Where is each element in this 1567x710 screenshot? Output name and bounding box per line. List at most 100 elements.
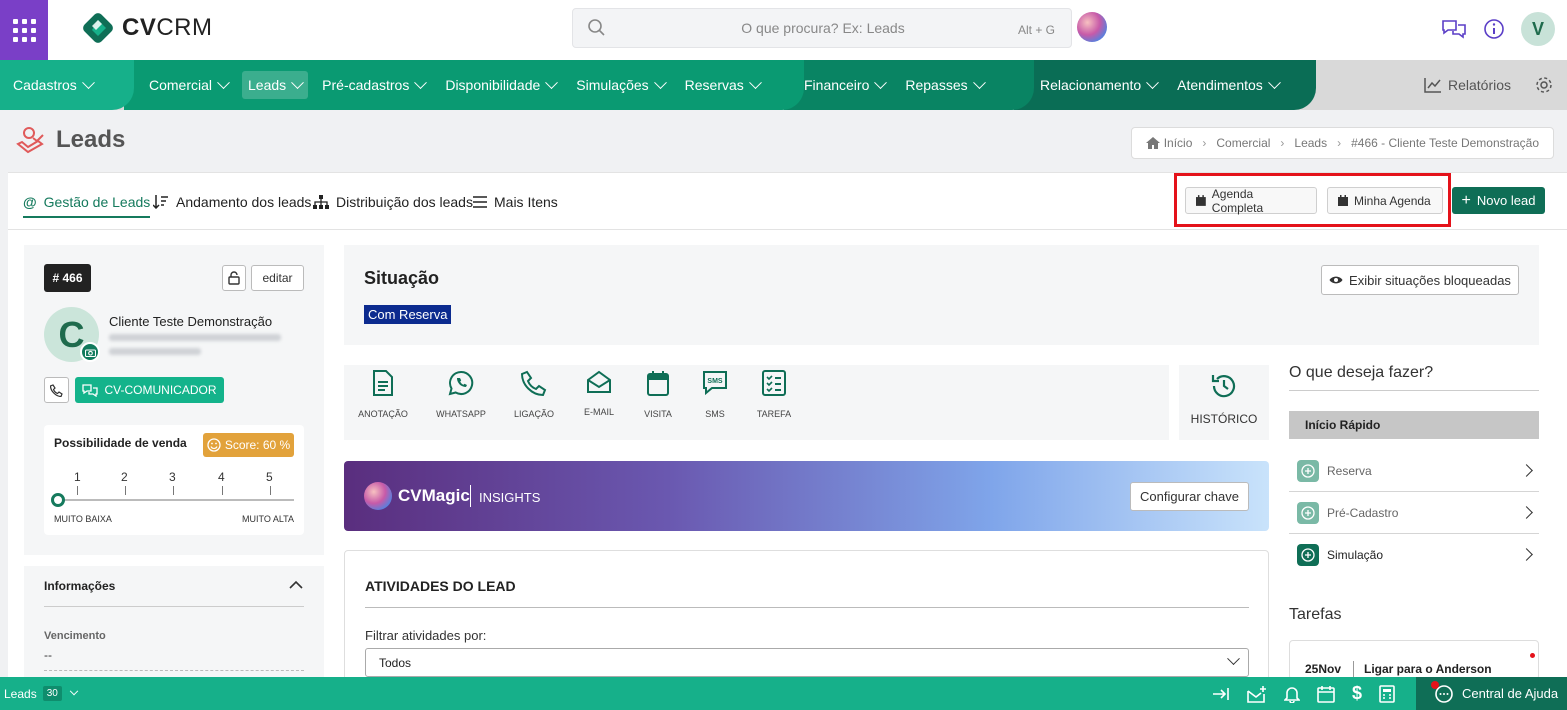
chevron-down-icon <box>1146 75 1160 89</box>
score-slider-handle[interactable] <box>51 493 65 507</box>
nav-item-comercial[interactable]: Comercial <box>143 71 234 99</box>
breadcrumb-comercial[interactable]: Comercial <box>1216 136 1270 150</box>
nav-group-comercial: Comercial Leads Pré-cadastros Disponibil… <box>124 60 804 110</box>
nav-item-financeiro[interactable]: Financeiro <box>798 71 891 99</box>
filter-label: Filtrar atividades por: <box>365 628 487 643</box>
nav-item-atendimentos[interactable]: Atendimentos <box>1171 71 1285 99</box>
bottom-leads-switch[interactable]: Leads 30 <box>4 677 79 710</box>
novo-lead-button[interactable]: + Novo lead <box>1452 187 1545 214</box>
agenda-completa-button[interactable]: Agenda Completa <box>1185 187 1317 215</box>
tab-gestao-de-leads[interactable]: @ Gestão de Leads <box>23 173 151 231</box>
call-button[interactable] <box>44 377 69 403</box>
chevron-right-icon: › <box>1280 136 1285 150</box>
ligacao-button[interactable]: LIGAÇÃO <box>504 370 564 419</box>
scale-tick <box>270 486 271 495</box>
nav-item-disponibilidade[interactable]: Disponibilidade <box>439 71 562 99</box>
scale-label-3: 3 <box>169 470 176 484</box>
edit-button[interactable]: editar <box>251 265 304 291</box>
chevron-right-icon: › <box>1202 136 1207 150</box>
plus-icon: + <box>1461 191 1471 209</box>
central-de-ajuda-button[interactable]: Central de Ajuda <box>1416 677 1567 710</box>
lead-phone-redacted <box>109 348 201 355</box>
quick-item-pre-cadastro[interactable]: Pré-Cadastro <box>1289 492 1539 534</box>
nav-group-cadastros: Cadastros <box>0 60 134 110</box>
exibir-situacoes-button[interactable]: Exibir situações bloqueadas <box>1321 265 1519 295</box>
menu-icon <box>473 196 487 208</box>
task-card[interactable]: 25Nov Ligar para o Anderson <box>1289 640 1539 680</box>
chevron-down-icon <box>69 686 79 695</box>
task-list-icon <box>762 370 786 396</box>
calculator-icon[interactable] <box>1379 684 1395 703</box>
app-logo[interactable]: CVCRM <box>82 12 213 44</box>
scale-label-5: 5 <box>266 470 273 484</box>
main-nav: Relacionamento Atendimentos Financeiro R… <box>0 60 1567 110</box>
chat-icon[interactable] <box>1441 18 1467 40</box>
historico-button[interactable]: HISTÓRICO <box>1180 372 1268 426</box>
nav-item-relacionamento[interactable]: Relacionamento <box>1034 71 1163 99</box>
mail-plus-icon[interactable] <box>1247 685 1267 703</box>
quick-item-simulacao[interactable]: Simulação <box>1289 534 1539 576</box>
dollar-icon[interactable]: $ <box>1352 683 1362 704</box>
lock-button[interactable] <box>222 265 246 291</box>
minha-agenda-button[interactable]: Minha Agenda <box>1327 187 1443 214</box>
apps-menu-button[interactable] <box>0 0 48 60</box>
global-search[interactable]: O que procura? Ex: Leads Alt + G <box>572 8 1072 48</box>
vencimento-value: -- <box>44 648 52 662</box>
nav-item-leads[interactable]: Leads <box>242 71 309 99</box>
calendar-icon <box>1338 195 1348 206</box>
bell-icon[interactable] <box>1284 685 1300 703</box>
plus-circle-icon <box>1297 459 1319 482</box>
tarefa-button[interactable]: TAREFA <box>744 370 804 419</box>
svg-text:SMS: SMS <box>707 378 723 385</box>
chevron-down-icon <box>1267 75 1281 89</box>
situacao-panel <box>344 245 1539 345</box>
scale-tick <box>173 486 174 495</box>
cvmagic-orb-icon[interactable] <box>1077 12 1107 42</box>
task-date: 25Nov <box>1305 662 1342 676</box>
phone-icon <box>50 383 63 397</box>
plus-circle-icon <box>1297 501 1319 524</box>
lead-name: Cliente Teste Demonstração <box>109 314 273 329</box>
sms-button[interactable]: SMS SMS <box>685 370 745 419</box>
info-icon[interactable] <box>1483 18 1505 40</box>
nav-item-repasses[interactable]: Repasses <box>899 71 989 99</box>
chevron-down-icon <box>653 75 667 89</box>
nav-item-reservas[interactable]: Reservas <box>679 71 766 99</box>
cvmagic-name: CVMagic <box>398 486 470 505</box>
user-avatar[interactable]: V <box>1521 12 1555 46</box>
divider <box>365 607 1249 608</box>
configurar-chave-button[interactable]: Configurar chave <box>1130 482 1249 511</box>
anotacao-button[interactable]: ANOTAÇÃO <box>353 370 413 419</box>
top-bar: CVCRM O que procura? Ex: Leads Alt + G V <box>0 0 1567 60</box>
tab-distribuicao-dos-leads[interactable]: Distribuição dos leads <box>313 173 473 231</box>
breadcrumb-leads[interactable]: Leads <box>1294 136 1327 150</box>
tab-andamento-dos-leads[interactable]: Andamento dos leads <box>153 173 311 231</box>
email-button[interactable]: E-MAIL <box>569 370 629 417</box>
nav-item-relatorios[interactable]: Relatórios <box>1424 77 1511 93</box>
breadcrumb-home[interactable]: Início <box>1145 136 1192 150</box>
chevron-up-icon[interactable] <box>289 580 303 590</box>
nav-group-financeiro: Financeiro Repasses <box>784 60 1034 110</box>
tab-mais-itens[interactable]: Mais Itens <box>473 173 558 231</box>
chevron-down-icon <box>748 75 762 89</box>
score-badge: Score: 60 % <box>203 433 294 457</box>
cv-comunicador-button[interactable]: CV-COMUNICADOR <box>75 377 224 403</box>
page-title: Leads <box>56 126 126 153</box>
activity-filter-select[interactable]: Todos <box>365 648 1249 677</box>
camera-icon[interactable] <box>80 342 100 362</box>
nav-item-cadastros[interactable]: Cadastros <box>13 71 95 99</box>
nav-item-precadastros[interactable]: Pré-cadastros <box>316 71 431 99</box>
whatsapp-button[interactable]: WHATSAPP <box>431 370 491 419</box>
calendar-icon[interactable] <box>1317 685 1335 703</box>
cvcrm-logo-icon <box>83 13 113 43</box>
quick-item-reserva[interactable]: Reserva <box>1289 450 1539 492</box>
scale-tick <box>77 486 78 495</box>
score-label: Possibilidade de venda <box>54 436 187 450</box>
atividades-panel: ATIVIDADES DO LEAD Filtrar atividades po… <box>344 550 1269 690</box>
nav-item-simulacoes[interactable]: Simulações <box>570 71 670 99</box>
situacao-title: Situação <box>364 268 440 288</box>
arrow-to-right-icon[interactable] <box>1212 687 1230 701</box>
gear-icon[interactable] <box>1535 76 1553 94</box>
scale-label-1: 1 <box>74 470 81 484</box>
visita-button[interactable]: VISITA <box>628 370 688 419</box>
